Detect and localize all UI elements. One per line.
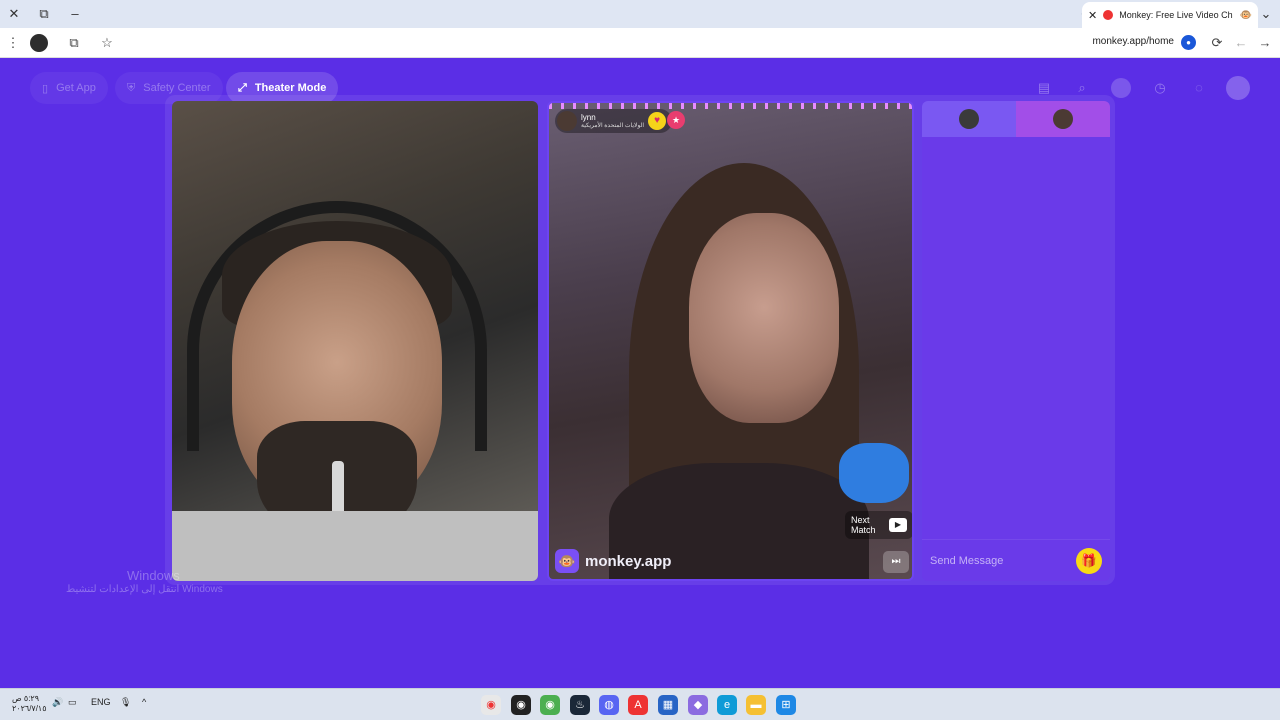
- shirt-shape: [172, 511, 538, 581]
- discord-icon[interactable]: ◍: [599, 695, 619, 715]
- teams-icon[interactable]: ◆: [688, 695, 708, 715]
- browser-tab-monkey[interactable]: ✕ Monkey: Free Live Video Ch 🐵: [1082, 2, 1258, 28]
- partner-name: lynn: [581, 112, 596, 122]
- partner-location: الولايات المتحدة الأمريكية: [581, 122, 645, 129]
- shield-icon: ⛨: [127, 81, 136, 94]
- language-indicator[interactable]: ENG: [91, 697, 111, 707]
- steam-icon[interactable]: ♨: [570, 695, 590, 715]
- store-icon[interactable]: ▦: [658, 695, 678, 715]
- history-icon[interactable]: ◷: [1150, 78, 1170, 98]
- partner-info-tag[interactable]: lynn الولايات المتحدة الأمريكية ♥: [555, 109, 673, 133]
- reload-icon[interactable]: ⟳: [1208, 34, 1226, 52]
- woman-face-shape: [689, 213, 839, 423]
- tab-search-chevron-icon[interactable]: ⌄: [1256, 4, 1276, 24]
- theater-mode-label: Theater Mode: [254, 82, 327, 94]
- clock[interactable]: ٥:٢٩ ص ٢٠٢٦/٧/١٥: [12, 694, 47, 714]
- skip-icon[interactable]: ⏭: [883, 551, 909, 573]
- monkey-icon: 🐵: [1239, 9, 1252, 21]
- next-match-label: Next Match: [851, 515, 876, 535]
- edge-icon[interactable]: e: [717, 695, 737, 715]
- chat-input-bar: 🎁: [922, 539, 1110, 581]
- chrome-green-icon[interactable]: ◉: [540, 695, 560, 715]
- expand-icon: ⤢: [238, 81, 247, 94]
- gift-icon[interactable]: 🎁: [1076, 547, 1102, 574]
- chat-panel: 🎁: [922, 101, 1110, 581]
- get-app-label: Get App: [56, 82, 96, 94]
- partner-video: lynn الولايات المتحدة الأمريكية ♥ ★ Next…: [547, 101, 914, 581]
- close-window-icon[interactable]: ✕: [4, 4, 24, 24]
- monkey-logo-icon: 🐵: [555, 549, 579, 573]
- tab-close-icon[interactable]: ✕: [1088, 9, 1097, 22]
- volume-icon[interactable]: 🔊: [52, 697, 63, 708]
- url-text[interactable]: monkey.app/home: [1092, 36, 1174, 47]
- extensions-icon[interactable]: ⧉: [65, 34, 83, 52]
- self-video: [172, 101, 538, 581]
- next-match-button[interactable]: Next Match ▶: [845, 511, 912, 539]
- user-avatar[interactable]: [1226, 76, 1250, 100]
- friends-icon[interactable]: [1111, 78, 1131, 98]
- tab-favicon: [1103, 10, 1114, 20]
- brand-watermark: 🐵 monkey.app: [555, 549, 671, 573]
- screen-record-icon[interactable]: ●: [1181, 35, 1196, 50]
- brand-text: monkey.app: [585, 552, 672, 570]
- windows-start-icon[interactable]: ⊞: [776, 695, 796, 715]
- tab-partner-chat[interactable]: [1016, 101, 1110, 137]
- heart-icon[interactable]: ♥: [648, 112, 667, 130]
- blue-object-shape: [839, 443, 909, 503]
- adobe-icon[interactable]: A: [628, 695, 648, 715]
- partner-chat-avatar: [1053, 109, 1073, 129]
- clock-date: ٢٠٢٦/٧/١٥: [12, 704, 47, 713]
- badge-icon[interactable]: ★: [667, 111, 685, 129]
- network-icon[interactable]: ▭: [68, 697, 77, 708]
- bookmark-star-icon[interactable]: ☆: [98, 34, 116, 52]
- self-chat-avatar: [959, 109, 979, 129]
- back-icon[interactable]: ←: [1232, 34, 1250, 52]
- minimize-window-icon[interactable]: –: [65, 4, 85, 24]
- file-explorer-icon[interactable]: ▬: [746, 695, 766, 715]
- send-message-input[interactable]: [930, 554, 1076, 567]
- forward-icon[interactable]: →: [1256, 34, 1274, 52]
- chat-bubble-icon[interactable]: ◌: [1189, 78, 1209, 98]
- clock-time: ٥:٢٩ ص: [12, 694, 40, 703]
- tray-chevron-icon[interactable]: ^: [142, 697, 146, 707]
- browser-tab-bar: ✕ ⧉ – + ✕ Monkey: Free Live Video Ch 🐵 ⌄: [0, 0, 1280, 28]
- partner-avatar: [557, 111, 577, 131]
- windows-taskbar: ٥:٢٩ ص ٢٠٢٦/٧/١٥ 🔊 ▭ ENG 🎙 ^ ◉ ◉ ◉ ♨ ◍ A…: [0, 688, 1280, 720]
- microphone-icon[interactable]: 🎙: [120, 697, 131, 708]
- restore-window-icon[interactable]: ⧉: [34, 4, 54, 24]
- activation-watermark-title: Windows: [127, 568, 180, 583]
- play-icon: ▶: [889, 518, 907, 532]
- chrome-icon[interactable]: ◉: [481, 695, 501, 715]
- activation-watermark-text: انتقل إلى الإعدادات لتنشيط Windows: [66, 584, 223, 595]
- chat-tabs: [922, 101, 1110, 137]
- phone-icon: ▯: [42, 82, 49, 95]
- profile-avatar[interactable]: [30, 34, 48, 52]
- menu-icon[interactable]: ⋮: [4, 34, 22, 52]
- get-app-button[interactable]: ▯ Get App: [30, 72, 108, 104]
- tab-title: Monkey: Free Live Video Ch: [1119, 10, 1233, 20]
- tab-self-chat[interactable]: [922, 101, 1016, 137]
- chrome-profile-icon[interactable]: ◉: [511, 695, 531, 715]
- address-bar: ⋮ ⧉ ☆ monkey.app/home ● ⟳ ← →: [0, 28, 1280, 58]
- safety-center-label: Safety Center: [143, 82, 211, 94]
